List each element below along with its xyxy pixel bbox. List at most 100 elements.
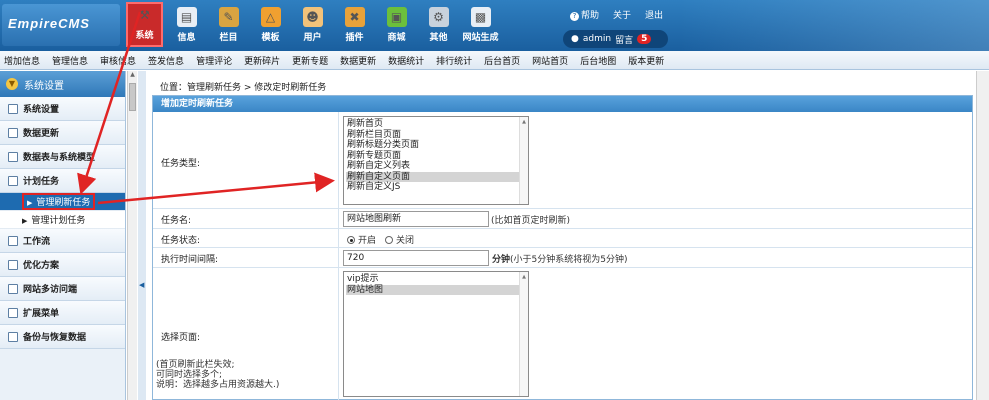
listbox-option[interactable]: 刷新自定义页面 <box>346 171 526 182</box>
quick-nav-item[interactable]: 审核信息 <box>100 54 136 67</box>
row-task-type: 任务类型: ▲ 刷新首页 刷新栏目页面 刷新标题分类页面 刷新专题页面 刷新自定义列表刷… <box>153 112 972 209</box>
quick-nav-item[interactable]: 后台首页 <box>484 54 520 67</box>
sidebar-item[interactable]: 数据表与系统模型 <box>0 145 125 169</box>
quick-nav-item[interactable]: 更新专题 <box>292 54 328 67</box>
sidebar-scrollbar[interactable]: ▲ <box>127 71 137 400</box>
nav-item-6[interactable]: ▣ 商城 <box>378 2 415 47</box>
sidebar-item-label: 扩展菜单 <box>23 309 60 319</box>
interval-hint: 分钟(小于5分钟系统将视为5分钟) <box>492 255 628 265</box>
cart-icon: ▣ <box>386 7 407 27</box>
quick-nav-item[interactable]: 管理信息 <box>52 54 88 67</box>
menu-icon <box>8 283 18 294</box>
quick-nav-item[interactable]: 签发信息 <box>148 54 184 67</box>
page-scrollbar[interactable] <box>976 71 989 400</box>
quick-nav-item[interactable]: 网站首页 <box>532 54 568 67</box>
task-name-hint: (比如首页定时刷新) <box>491 216 571 226</box>
row-task-status: 任务状态: 开启 关闭 <box>153 229 972 248</box>
scroll-up-icon[interactable]: ▲ <box>128 71 137 81</box>
nav-label: 网站生成 <box>462 33 499 43</box>
row-task-name: 任务名: 网站地图刷新 (比如首页定时刷新) <box>153 209 972 229</box>
quick-nav-item[interactable]: 更新碎片 <box>244 54 280 67</box>
top-links: ? 帮助 关于 退出 <box>570 8 663 21</box>
sidebar-item-label: 数据表与系统模型 <box>23 153 96 163</box>
nav-label: 插件 <box>345 33 364 43</box>
sidebar-item[interactable]: 系统设置 <box>0 97 125 121</box>
quick-nav-item[interactable]: 数据统计 <box>388 54 424 67</box>
listbox-option[interactable]: 刷新自定义JS <box>346 182 526 193</box>
radio-off[interactable] <box>385 236 393 244</box>
sidebar-title: 系统设置 <box>24 80 64 92</box>
top-header: EmpireCMS ⚒ 系统 ▤ 信息 ✎ 栏目 △ 模板 ☻ 用户 ✖ 插件 ▣ 商城 ⚙ 其他 ▩ 网站生成 … <box>0 0 989 51</box>
logout-link[interactable]: 退出 <box>645 8 663 21</box>
interval-input[interactable]: 720 <box>343 250 489 266</box>
nav-item-2[interactable]: ✎ 栏目 <box>210 2 247 47</box>
select-page-note-2: 可同时选择多个; <box>156 370 223 380</box>
nav-item-5[interactable]: ✖ 插件 <box>336 2 373 47</box>
sidebar-item[interactable]: 工作流 <box>0 229 125 253</box>
menu-icon <box>8 331 18 342</box>
quick-nav-item[interactable]: 版本更新 <box>628 54 664 67</box>
listbox-option[interactable]: 网站地图 <box>346 284 526 295</box>
tools-icon: ⚒ <box>134 5 155 25</box>
sidebar-item-label: 计划任务 <box>23 177 60 187</box>
listbox-option[interactable]: 刷新栏目页面 <box>346 130 526 141</box>
sidebar-item[interactable]: 扩展菜单 <box>0 301 125 325</box>
sidebar-collapse-bar[interactable]: ◀ <box>138 71 146 400</box>
status-off-option[interactable]: 关闭 <box>385 233 414 246</box>
select-page-label: 选择页面: <box>161 333 201 343</box>
form-panel: 增加定时刷新任务 任务类型: ▲ 刷新首页 刷新栏目页面 刷新标题分类页面 刷新专题页… <box>152 95 973 400</box>
sidebar-item[interactable]: 备份与恢复数据 <box>0 325 125 349</box>
nav-item-7[interactable]: ⚙ 其他 <box>420 2 457 47</box>
task-status-label: 任务状态: <box>161 236 201 246</box>
listbox-scrollbar[interactable]: ▲ <box>519 117 528 204</box>
sidebar-subitem[interactable]: ▶ 管理计划任务 <box>0 211 125 229</box>
menu-icon <box>8 127 18 138</box>
listbox-option[interactable]: 刷新专题页面 <box>346 151 526 162</box>
nav-label: 用户 <box>303 33 322 43</box>
collapse-left-icon[interactable]: ◀ <box>139 281 144 289</box>
sidebar-subitem[interactable]: ▶ 管理刷新任务 <box>0 193 125 211</box>
listbox-option[interactable]: vip提示 <box>346 274 526 285</box>
task-name-label: 任务名: <box>161 216 192 226</box>
task-type-listbox[interactable]: ▲ 刷新首页 刷新栏目页面 刷新标题分类页面 刷新专题页面 刷新自定义列表 刷新自定义页面… <box>343 116 529 205</box>
listbox-option[interactable]: 刷新标题分类页面 <box>346 140 526 151</box>
help-link[interactable]: ? 帮助 <box>570 8 599 21</box>
sidebar-item[interactable]: 网站多访问端 <box>0 277 125 301</box>
nav-item-1[interactable]: ▤ 信息 <box>168 2 205 47</box>
listbox-option[interactable]: 刷新自定义列表 <box>346 161 526 172</box>
quick-nav-item[interactable]: 增加信息 <box>4 54 40 67</box>
nav-item-8[interactable]: ▩ 网站生成 <box>462 2 499 47</box>
nav-item-3[interactable]: △ 模板 <box>252 2 289 47</box>
chevron-down-icon: ▼ <box>6 78 18 90</box>
task-name-input[interactable]: 网站地图刷新 <box>343 211 489 227</box>
scroll-thumb[interactable] <box>129 83 136 111</box>
menu-icon <box>8 151 18 162</box>
listbox-scrollbar[interactable]: ▲ <box>519 272 528 396</box>
sidebar-item-label: 工作流 <box>23 237 51 247</box>
quick-nav-item[interactable]: 管理评论 <box>196 54 232 67</box>
radio-on[interactable] <box>347 236 355 244</box>
generate-icon: ▩ <box>470 7 491 27</box>
menu-icon <box>8 103 18 114</box>
sidebar-header[interactable]: ▼ 系统设置 <box>0 71 125 97</box>
main-content: 位置：管理刷新任务 > 修改定时刷新任务 增加定时刷新任务 任务类型: ▲ 刷新… <box>150 71 975 400</box>
panel-title: 增加定时刷新任务 <box>153 96 972 112</box>
quick-nav-item[interactable]: 排行统计 <box>436 54 472 67</box>
header-decoration <box>680 0 989 51</box>
nav-item-4[interactable]: ☻ 用户 <box>294 2 331 47</box>
sidebar-item[interactable]: 计划任务 <box>0 169 125 193</box>
listbox-option[interactable]: 刷新首页 <box>346 119 526 130</box>
menu-icon <box>8 175 18 186</box>
interval-label: 执行时间间隔: <box>161 255 219 265</box>
message-link[interactable]: 留言 <box>615 33 633 46</box>
quick-nav-item[interactable]: 后台地图 <box>580 54 616 67</box>
nav-item-0[interactable]: ⚒ 系统 <box>126 2 163 47</box>
status-on-option[interactable]: 开启 <box>347 233 376 246</box>
select-page-listbox[interactable]: ▲ vip提示 网站地图 <box>343 271 529 397</box>
about-link[interactable]: 关于 <box>613 8 631 21</box>
sidebar-item[interactable]: 优化方案 <box>0 253 125 277</box>
username[interactable]: admin <box>583 34 611 44</box>
quick-nav-item[interactable]: 数据更新 <box>340 54 376 67</box>
logo[interactable]: EmpireCMS <box>2 4 120 46</box>
sidebar-item[interactable]: 数据更新 <box>0 121 125 145</box>
